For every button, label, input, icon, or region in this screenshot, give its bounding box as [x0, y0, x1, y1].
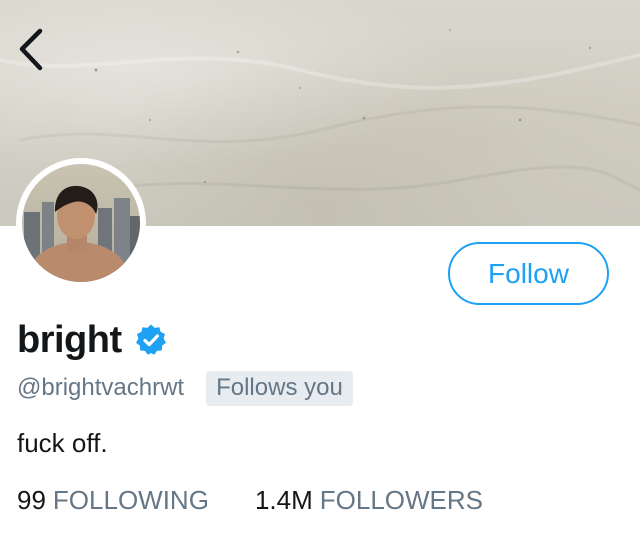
- profile-stats: 99 FOLLOWING 1.4M FOLLOWERS: [17, 485, 483, 516]
- following-label: FOLLOWING: [52, 485, 209, 515]
- verified-badge-icon: [135, 324, 166, 355]
- avatar[interactable]: [16, 158, 146, 288]
- display-name: bright: [17, 318, 122, 361]
- name-row: bright: [17, 318, 168, 362]
- handle-row: @brightvachrwt Follows you: [17, 370, 353, 406]
- username-handle: @brightvachrwt: [17, 374, 185, 401]
- followers-label: FOLLOWERS: [319, 485, 483, 515]
- avatar-photo: [22, 164, 140, 282]
- follows-you-badge: Follows you: [206, 370, 353, 406]
- followers-stat[interactable]: 1.4M FOLLOWERS: [255, 485, 483, 516]
- back-button[interactable]: [12, 26, 52, 74]
- following-count: 99: [17, 485, 46, 515]
- followers-count: 1.4M: [254, 485, 313, 515]
- following-stat[interactable]: 99 FOLLOWING: [17, 485, 209, 516]
- profile-bio: fuck off.: [17, 428, 108, 458]
- follow-button[interactable]: Follow: [448, 242, 609, 305]
- chevron-left-icon: [19, 28, 43, 71]
